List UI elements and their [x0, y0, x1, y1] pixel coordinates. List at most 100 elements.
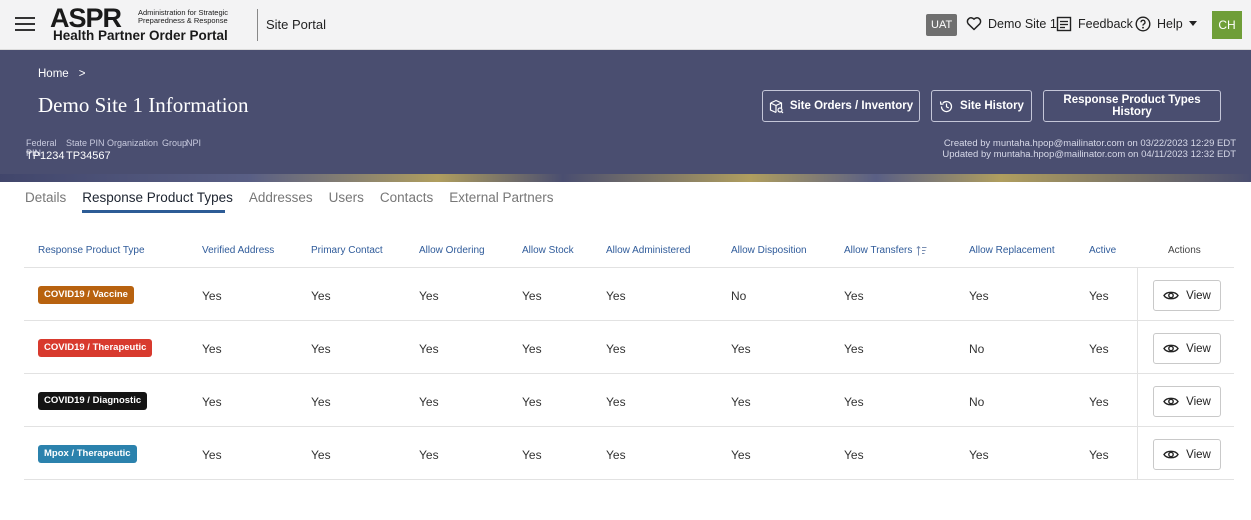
view-label: View — [1186, 289, 1211, 302]
cell-verified-address: Yes — [202, 289, 222, 303]
tab-contacts[interactable]: Contacts — [380, 190, 441, 213]
cell-allow-replacement: Yes — [969, 289, 989, 303]
table-row: COVID19 / Therapeutic Yes Yes Yes Yes Ye… — [24, 321, 1234, 374]
product-type-badge: COVID19 / Diagnostic — [38, 392, 148, 410]
site-banner: Home > Demo Site 1 Information Site Orde… — [0, 50, 1251, 182]
tab-response-product-types[interactable]: Response Product Types — [82, 190, 241, 213]
history-icon — [939, 100, 953, 112]
actions-cell: View — [1137, 427, 1234, 480]
view-button[interactable]: View — [1153, 386, 1221, 417]
site-orders-inventory-label: Site Orders / Inventory — [789, 100, 914, 112]
view-button[interactable]: View — [1153, 280, 1221, 311]
aspr-logo[interactable]: ASPR Administration for Strategic Prepar… — [50, 3, 250, 45]
cell-allow-transfers: Yes — [844, 448, 864, 462]
cell-primary-contact: Yes — [311, 289, 331, 303]
cell-active: Yes — [1089, 289, 1109, 303]
cell-allow-stock: Yes — [522, 395, 542, 409]
site-history-button[interactable]: Site History — [931, 90, 1032, 122]
breadcrumb-separator: > — [78, 68, 86, 80]
cell-allow-ordering: Yes — [419, 448, 439, 462]
col-header-active[interactable]: Active — [1089, 245, 1116, 256]
hamburger-menu-icon[interactable] — [15, 14, 35, 34]
cell-allow-transfers: Yes — [844, 289, 864, 303]
col-header-allow-disposition[interactable]: Allow Disposition — [731, 245, 807, 256]
state-pin-value: TP34567 — [66, 150, 111, 162]
table-row: COVID19 / Diagnostic Yes Yes Yes Yes Yes… — [24, 374, 1234, 427]
tab-details[interactable]: Details — [25, 190, 74, 213]
box-search-icon — [769, 99, 784, 113]
logo-portal-name: Health Partner Order Portal — [53, 28, 228, 43]
cell-primary-contact: Yes — [311, 395, 331, 409]
cell-allow-administered: Yes — [606, 342, 626, 356]
tab-external-partners[interactable]: External Partners — [449, 190, 561, 213]
col-header-response-product-type[interactable]: Response Product Type — [38, 245, 145, 256]
audit-info: Created by muntaha.hpop@mailinator.com o… — [942, 138, 1236, 160]
cell-active: Yes — [1089, 448, 1109, 462]
table-row: Mpox / Therapeutic Yes Yes Yes Yes Yes Y… — [24, 427, 1234, 480]
cell-allow-replacement: No — [969, 342, 985, 356]
view-label: View — [1186, 342, 1211, 355]
col-header-allow-ordering[interactable]: Allow Ordering — [419, 245, 485, 256]
col-header-primary-contact[interactable]: Primary Contact — [311, 245, 383, 256]
response-product-types-history-label: Response Product Types History — [1063, 94, 1201, 118]
cell-verified-address: Yes — [202, 342, 222, 356]
col-header-allow-transfers[interactable]: Allow Transfers — [844, 245, 927, 256]
avatar[interactable]: CH — [1212, 11, 1242, 39]
cell-allow-replacement: No — [969, 395, 985, 409]
feedback-label: Feedback — [1078, 17, 1133, 31]
cell-primary-contact: Yes — [311, 342, 331, 356]
help-label: Help — [1157, 17, 1183, 31]
help-menu[interactable]: Help — [1135, 16, 1197, 32]
col-header-allow-administered[interactable]: Allow Administered — [606, 245, 690, 256]
sort-icon[interactable] — [916, 245, 927, 256]
cell-verified-address: Yes — [202, 448, 222, 462]
cell-allow-administered: Yes — [606, 395, 626, 409]
cell-active: Yes — [1089, 342, 1109, 356]
top-header: ASPR Administration for Strategic Prepar… — [0, 0, 1251, 50]
col-header-allow-transfers-label: Allow Transfers — [844, 245, 913, 256]
table-row: COVID19 / Vaccine Yes Yes Yes Yes Yes No… — [24, 268, 1234, 321]
cell-allow-disposition: Yes — [731, 342, 751, 356]
actions-cell: View — [1137, 374, 1234, 427]
cell-allow-transfers: Yes — [844, 342, 864, 356]
cell-allow-ordering: Yes — [419, 395, 439, 409]
eye-icon — [1163, 397, 1179, 406]
npi-label: NPI — [186, 138, 202, 148]
eye-icon — [1163, 450, 1179, 459]
meta-values: TP1234 TP34567 — [26, 150, 126, 162]
page-title: Demo Site 1 Information — [38, 93, 249, 117]
tab-users[interactable]: Users — [329, 190, 372, 213]
site-history-label: Site History — [960, 100, 1024, 112]
product-type-badge: COVID19 / Vaccine — [38, 286, 134, 304]
view-label: View — [1186, 395, 1211, 408]
view-button[interactable]: View — [1153, 333, 1221, 364]
feedback-link[interactable]: Feedback — [1056, 16, 1133, 32]
col-header-verified-address[interactable]: Verified Address — [202, 245, 274, 256]
eye-icon — [1163, 291, 1179, 300]
col-header-allow-replacement[interactable]: Allow Replacement — [969, 245, 1055, 256]
breadcrumb: Home > — [38, 68, 85, 80]
logo-subtitle: Administration for Strategic Preparednes… — [138, 8, 229, 25]
feedback-icon — [1056, 16, 1072, 32]
product-type-badge: COVID19 / Therapeutic — [38, 339, 153, 357]
product-type-badge: Mpox / Therapeutic — [38, 445, 137, 463]
breadcrumb-home[interactable]: Home — [38, 68, 69, 80]
view-label: View — [1186, 448, 1211, 461]
heart-icon — [966, 17, 982, 31]
cell-allow-stock: Yes — [522, 448, 542, 462]
col-header-allow-stock[interactable]: Allow Stock — [522, 245, 574, 256]
cell-allow-administered: Yes — [606, 448, 626, 462]
view-button[interactable]: View — [1153, 439, 1221, 470]
env-badge: UAT — [926, 14, 958, 36]
tab-addresses[interactable]: Addresses — [249, 190, 321, 213]
cell-allow-disposition: No — [731, 289, 747, 303]
banner-decorative-strip — [0, 174, 1251, 182]
site-orders-inventory-button[interactable]: Site Orders / Inventory — [762, 90, 920, 122]
response-product-types-table: Response Product Type Verified Address P… — [24, 230, 1234, 480]
site-selector[interactable]: Demo Site 1 — [966, 16, 1057, 31]
response-product-types-history-button[interactable]: Response Product Types History — [1043, 90, 1221, 122]
tab-bar: Details Response Product Types Addresses… — [25, 190, 570, 213]
created-by-text: Created by muntaha.hpop@mailinator.com o… — [943, 138, 1236, 149]
cell-allow-disposition: Yes — [731, 395, 751, 409]
cell-allow-administered: Yes — [606, 289, 626, 303]
